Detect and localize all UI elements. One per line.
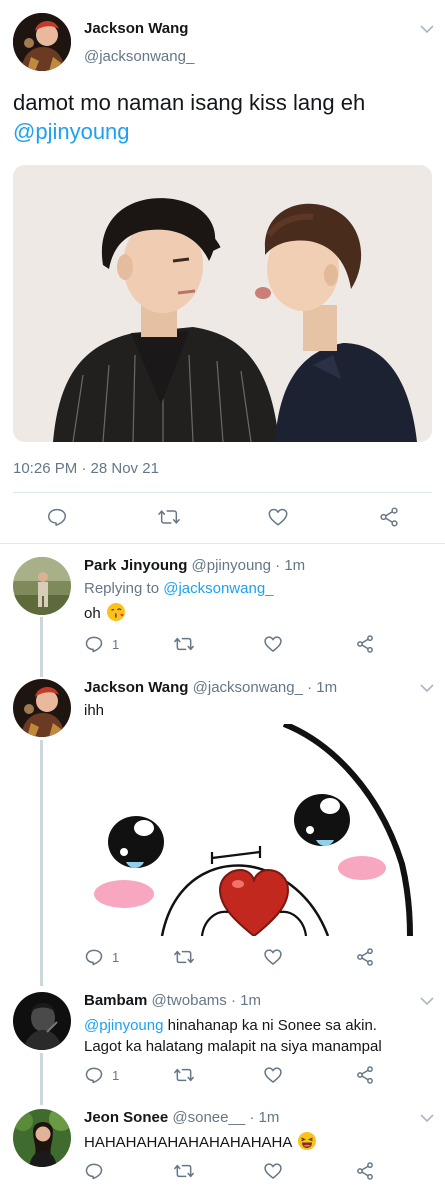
like-icon — [264, 636, 282, 652]
avatar[interactable] — [13, 1109, 71, 1167]
like-icon — [264, 949, 282, 965]
reply-time[interactable]: · 1m — [307, 679, 337, 696]
reply-image[interactable] — [84, 724, 416, 936]
share-button[interactable] — [378, 506, 400, 528]
replying-label: Replying to — [84, 580, 160, 597]
author-handle[interactable]: @sonee__ — [172, 1109, 245, 1126]
share-button[interactable] — [355, 946, 375, 968]
divider — [0, 543, 445, 544]
like-icon — [268, 508, 288, 526]
like-icon — [264, 1067, 282, 1083]
author-name[interactable]: Park Jinyoung — [84, 557, 187, 574]
reply-text: HAHAHAHAHAHAHAHAHAHA — [84, 1132, 316, 1151]
reply-time[interactable]: · 1m — [249, 1109, 279, 1126]
author-name[interactable]: Bambam — [84, 992, 147, 1009]
share-icon — [357, 948, 373, 966]
like-button[interactable] — [263, 1064, 283, 1086]
reply-icon — [85, 1067, 103, 1084]
share-button[interactable] — [355, 1064, 375, 1086]
share-icon — [357, 1162, 373, 1180]
author-handle[interactable]: @jacksonwang_ — [193, 679, 303, 696]
author-handle[interactable]: @jacksonwang_ — [84, 48, 194, 65]
reply-body: oh — [84, 605, 101, 622]
tweet-timestamp[interactable]: 10:26 PM · 28 Nov 21 — [13, 460, 159, 477]
reply-header: Jackson Wang @jacksonwang_ · 1m — [84, 679, 337, 696]
reply-count: 1 — [112, 636, 120, 652]
divider — [13, 492, 432, 493]
reply-button[interactable]: 1 — [84, 633, 119, 655]
tweet-photo[interactable] — [13, 165, 432, 442]
reply-header: Park Jinyoung @pjinyoung · 1m — [84, 557, 305, 574]
reply-icon — [85, 636, 103, 653]
reply-icon — [48, 508, 66, 526]
retweet-button[interactable] — [173, 1064, 195, 1086]
chevron-down-icon[interactable] — [420, 996, 434, 1006]
avatar[interactable] — [13, 13, 71, 71]
author-handle[interactable]: @twobams — [152, 992, 227, 1009]
reply-count: 1 — [112, 1067, 120, 1083]
chevron-down-icon[interactable] — [420, 683, 434, 693]
reply-count: 1 — [112, 949, 120, 965]
tweet-mention[interactable]: @pjinyoung — [13, 119, 130, 144]
reply-button[interactable] — [46, 506, 68, 528]
replying-to: Replying to @jacksonwang_ — [84, 580, 274, 597]
retweet-button[interactable] — [173, 946, 195, 968]
retweet-icon — [174, 950, 194, 964]
author-name[interactable]: Jackson Wang — [84, 679, 188, 696]
laughing-emoji-icon — [297, 1132, 316, 1150]
share-icon — [357, 635, 373, 653]
avatar[interactable] — [13, 679, 71, 737]
reply-header: Jeon Sonee @sonee__ · 1m — [84, 1109, 279, 1126]
avatar[interactable] — [13, 992, 71, 1050]
author-handle[interactable]: @pjinyoung — [192, 557, 271, 574]
reply-mention[interactable]: @pjinyoung — [84, 1017, 163, 1034]
author-name[interactable]: Jackson Wang — [84, 20, 188, 37]
reply-text: @pjinyoung hinahanap ka ni Sonee sa akin… — [84, 1015, 382, 1057]
reply-body-line1: hinahanap ka ni Sonee sa akin. — [167, 1017, 377, 1034]
retweet-icon — [174, 1068, 194, 1082]
like-icon — [264, 1163, 282, 1179]
reply-header: Bambam @twobams · 1m — [84, 992, 261, 1009]
share-icon — [357, 1066, 373, 1084]
replying-mention[interactable]: @jacksonwang_ — [163, 580, 273, 597]
retweet-icon — [158, 510, 180, 524]
reply-button[interactable] — [84, 1160, 104, 1182]
reply-text: ihh — [84, 702, 105, 719]
thread-line — [40, 617, 43, 677]
retweet-button[interactable] — [157, 506, 181, 528]
like-button[interactable] — [263, 1160, 283, 1182]
reply-icon — [85, 1163, 103, 1180]
share-button[interactable] — [355, 1160, 375, 1182]
reply-button[interactable]: 1 — [84, 946, 119, 968]
chevron-down-icon[interactable] — [420, 24, 434, 34]
reply-time[interactable]: · 1m — [231, 992, 261, 1009]
reply-body-line2: Lagot ka halatang malapit na siya manamp… — [84, 1038, 382, 1055]
share-icon — [380, 507, 398, 527]
author-name[interactable]: Jeon Sonee — [84, 1109, 168, 1126]
retweet-icon — [174, 637, 194, 651]
like-button[interactable] — [263, 946, 283, 968]
reply-text: oh — [84, 603, 125, 622]
thread-line — [40, 1053, 43, 1105]
tweet-text: damot mo naman isang kiss lang eh @pjiny… — [13, 88, 433, 146]
share-button[interactable] — [355, 633, 375, 655]
kiss-emoji-icon — [106, 603, 125, 621]
reply-icon — [85, 949, 103, 966]
reply-button[interactable]: 1 — [84, 1064, 119, 1086]
avatar[interactable] — [13, 557, 71, 615]
retweet-button[interactable] — [173, 633, 195, 655]
like-button[interactable] — [263, 633, 283, 655]
reply-body: HAHAHAHAHAHAHAHAHAHA — [84, 1134, 292, 1151]
like-button[interactable] — [267, 506, 289, 528]
reply-time[interactable]: · 1m — [275, 557, 305, 574]
tweet-body: damot mo naman isang kiss lang eh — [13, 90, 366, 115]
retweet-button[interactable] — [173, 1160, 195, 1182]
thread-line — [40, 740, 43, 986]
retweet-icon — [174, 1164, 194, 1178]
chevron-down-icon[interactable] — [420, 1113, 434, 1123]
